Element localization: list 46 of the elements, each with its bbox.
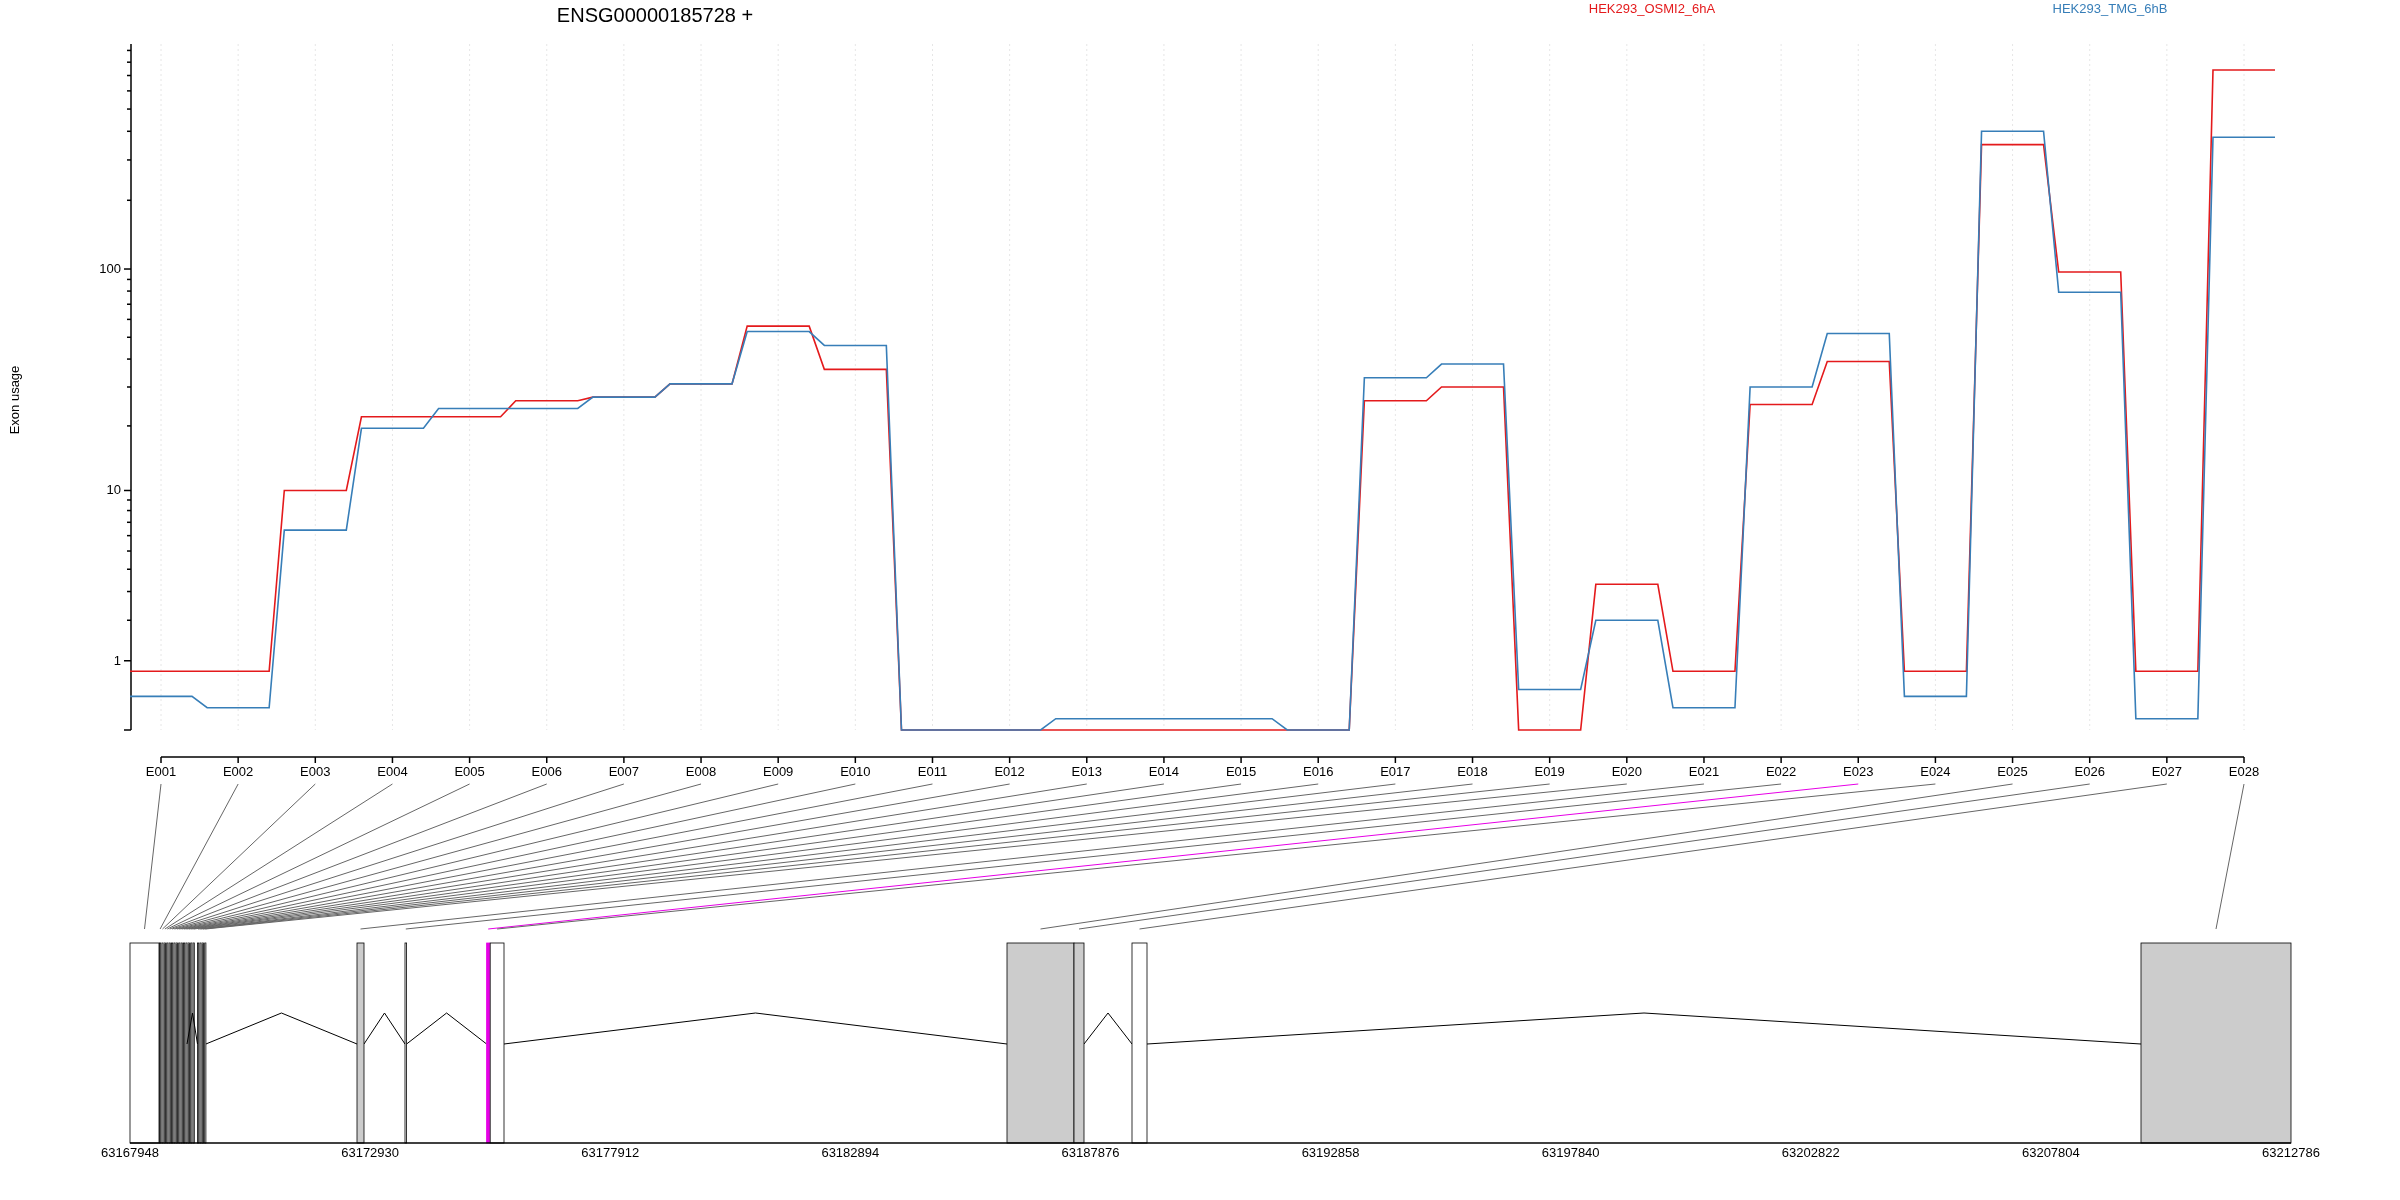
- legend-label: HEK293_OSMI2_6hA: [1588, 1, 1716, 16]
- y-tick-label: 100: [99, 261, 121, 276]
- genomic-position-label: 63167948: [101, 1145, 159, 1160]
- x-tick-label: E003: [300, 764, 331, 779]
- genomic-position-label: 63172930: [341, 1145, 400, 1160]
- plot-title: ENSG00000185728 +: [556, 4, 754, 26]
- x-tick-label: E009: [763, 764, 794, 779]
- intron-line: [1083, 1012, 1133, 1045]
- x-tick-label: E018: [1457, 764, 1488, 779]
- x-tick-label: E017: [1380, 764, 1411, 779]
- x-tick-label: E014: [1148, 764, 1180, 779]
- y-tick-label: 1: [113, 652, 121, 668]
- x-tick-label: E004: [377, 764, 408, 779]
- genomic-position-label: 63202822: [1781, 1145, 1840, 1160]
- x-tick-label: E001: [145, 764, 177, 779]
- genomic-position-label: 63212786: [2262, 1145, 2320, 1160]
- x-tick-label: E007: [608, 764, 640, 779]
- x-tick-label: E020: [1611, 764, 1642, 779]
- genomic-position-label: 63187876: [1061, 1145, 1120, 1160]
- x-tick-label: E002: [222, 764, 254, 779]
- genomic-position-label: 63197840: [1541, 1145, 1600, 1160]
- x-tick-label: E021: [1688, 764, 1720, 779]
- x-tick-label: E027: [2151, 764, 2183, 779]
- x-tick-label: E006: [531, 764, 562, 779]
- genomic-position-label: 63207804: [2021, 1145, 2080, 1160]
- x-tick-label: E025: [1997, 764, 2028, 779]
- x-tick-label: E008: [685, 764, 717, 779]
- x-tick-label: E016: [1303, 764, 1334, 779]
- x-tick-label: E015: [1225, 764, 1257, 779]
- y-tick-label: 10: [106, 482, 121, 498]
- x-tick-label: E023: [1843, 764, 1874, 779]
- genomic-position-label: 63192858: [1301, 1145, 1360, 1160]
- x-tick-label: E019: [1534, 764, 1565, 779]
- x-tick-label: E028: [2228, 764, 2260, 779]
- x-tick-label: E024: [1920, 764, 1951, 779]
- x-tick-label: E012: [994, 764, 1025, 779]
- x-tick-label: E011: [917, 764, 948, 779]
- genomic-position-label: 63177912: [581, 1145, 640, 1160]
- x-tick-label: E013: [1071, 764, 1102, 779]
- y-axis-label: Exon usage: [7, 365, 22, 435]
- x-tick-label: E005: [454, 764, 485, 779]
- x-tick-label: E026: [2074, 764, 2105, 779]
- genomic-position-label: 63182894: [821, 1145, 880, 1160]
- x-tick-label: E010: [840, 764, 871, 779]
- legend-label: HEK293_TMG_6hB: [2052, 1, 2168, 16]
- x-tick-label: E022: [1765, 764, 1797, 779]
